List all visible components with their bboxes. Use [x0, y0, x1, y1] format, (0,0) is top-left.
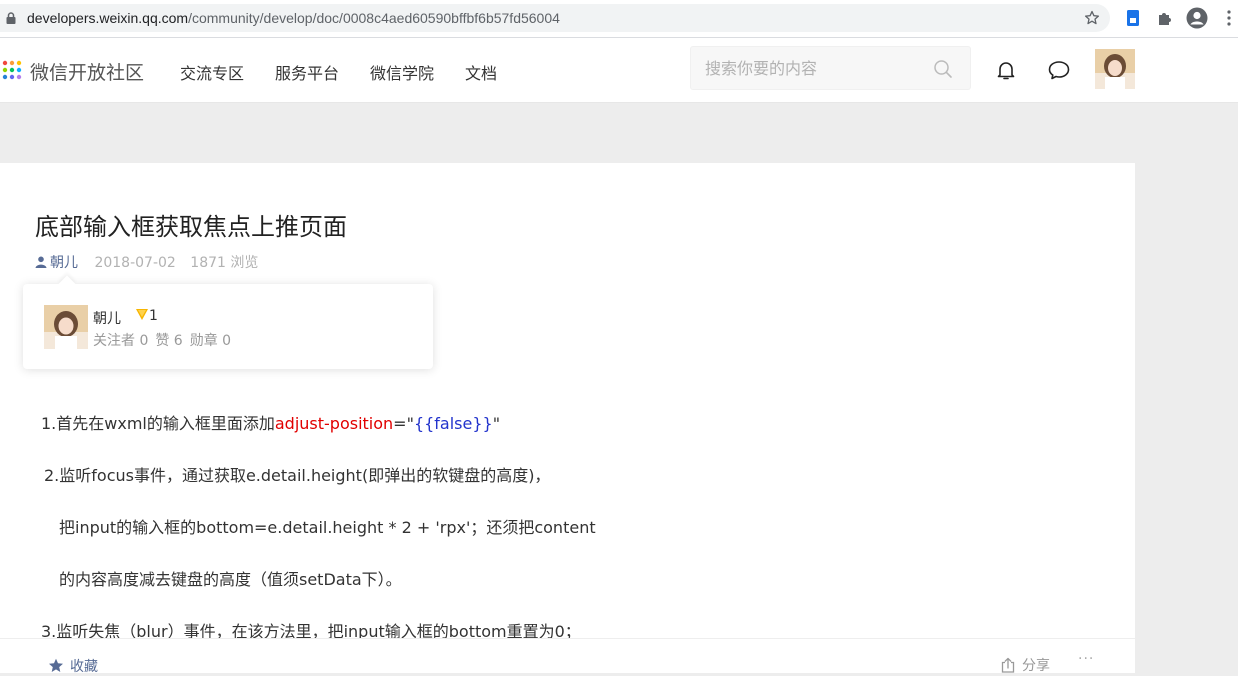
author-level: 1: [135, 308, 158, 324]
article-card: 底部输入框获取焦点上推页面 朝儿 2018-07-02 1871 浏览 朝儿 1…: [0, 163, 1135, 672]
url-path: /community/develop/doc/0008c4aed60590bff…: [188, 10, 560, 26]
extension-doc-icon[interactable]: [1124, 9, 1142, 27]
author-avatar[interactable]: [44, 305, 88, 349]
site-header: 微信开放社区 交流专区 服务平台 微信学院 文档: [0, 38, 1238, 103]
browser-toolbar: developers.weixin.qq.com/community/devel…: [0, 0, 1238, 38]
browser-menu-icon[interactable]: [1222, 9, 1236, 27]
favorite-label: 收藏: [70, 659, 98, 675]
nav-item-services[interactable]: 服务平台: [275, 60, 339, 84]
p1-prefix: 1.首先在wxml的输入框里面添加: [41, 414, 275, 433]
article-views: 1871 浏览: [190, 255, 259, 271]
user-avatar[interactable]: [1095, 49, 1135, 89]
search-box: [690, 46, 971, 90]
more-options-button[interactable]: ···: [1078, 651, 1094, 667]
address-bar[interactable]: developers.weixin.qq.com/community/devel…: [0, 4, 1110, 32]
author-likes: 赞 6: [155, 333, 183, 349]
share-icon: [1001, 657, 1015, 673]
author-medals: 勋章 0: [189, 333, 232, 349]
article-meta: 朝儿 2018-07-02 1871 浏览: [35, 252, 258, 272]
article-date: 2018-07-02: [94, 255, 176, 271]
popup-arrow: [58, 275, 76, 293]
author-card-name[interactable]: 朝儿: [93, 308, 121, 328]
author-stats: 关注者 0 赞 6 勋章 0: [93, 330, 238, 350]
site-brand[interactable]: 微信开放社区: [30, 58, 144, 85]
content-paragraph-4: 的内容高度减去键盘的高度（值须setData下）。: [59, 570, 402, 589]
favorite-button[interactable]: 收藏: [48, 656, 98, 676]
article-author-link[interactable]: 朝儿: [35, 255, 78, 271]
message-bubble-icon[interactable]: [1047, 59, 1071, 81]
nav-item-academy[interactable]: 微信学院: [370, 60, 434, 84]
author-name: 朝儿: [50, 255, 78, 271]
level-badge-icon: [136, 309, 148, 320]
nav-item-docs[interactable]: 文档: [465, 60, 497, 84]
user-icon: [35, 256, 47, 268]
p1-value: {{false}}: [413, 414, 493, 433]
url-host: developers.weixin.qq.com: [27, 10, 189, 26]
article-title: 底部输入框获取焦点上推页面: [35, 213, 347, 241]
share-button[interactable]: 分享: [1000, 655, 1050, 675]
content-paragraph-2: 2.监听focus事件，通过获取e.detail.height(即弹出的软键盘的…: [44, 466, 551, 485]
lock-icon: [6, 12, 16, 24]
author-followers: 关注者 0: [93, 333, 149, 349]
weixin-community-logo-icon[interactable]: [2, 60, 22, 80]
article-action-bar: 收藏 分享 ···: [0, 638, 1135, 676]
extensions-puzzle-icon[interactable]: [1156, 9, 1174, 27]
content-paragraph-3: 把input的输入框的bottom=e.detail.height * 2 + …: [59, 518, 596, 537]
notification-bell-icon[interactable]: [995, 59, 1017, 81]
author-hover-card: 朝儿 1 关注者 0 赞 6 勋章 0: [23, 275, 433, 369]
p1-eq: =": [393, 414, 414, 433]
bookmark-star-icon[interactable]: [1084, 10, 1100, 26]
content-paragraph-1: 1.首先在wxml的输入框里面添加adjust-position="{{fals…: [41, 410, 500, 434]
p1-attr: adjust-position: [274, 414, 394, 433]
search-input[interactable]: [705, 57, 925, 79]
url-text: developers.weixin.qq.com/community/devel…: [27, 10, 560, 26]
search-icon[interactable]: [933, 59, 953, 79]
author-level-value: 1: [149, 308, 158, 324]
profile-account-icon[interactable]: [1186, 7, 1208, 29]
p1-end: ": [492, 414, 501, 433]
nav-item-community[interactable]: 交流专区: [180, 60, 244, 84]
